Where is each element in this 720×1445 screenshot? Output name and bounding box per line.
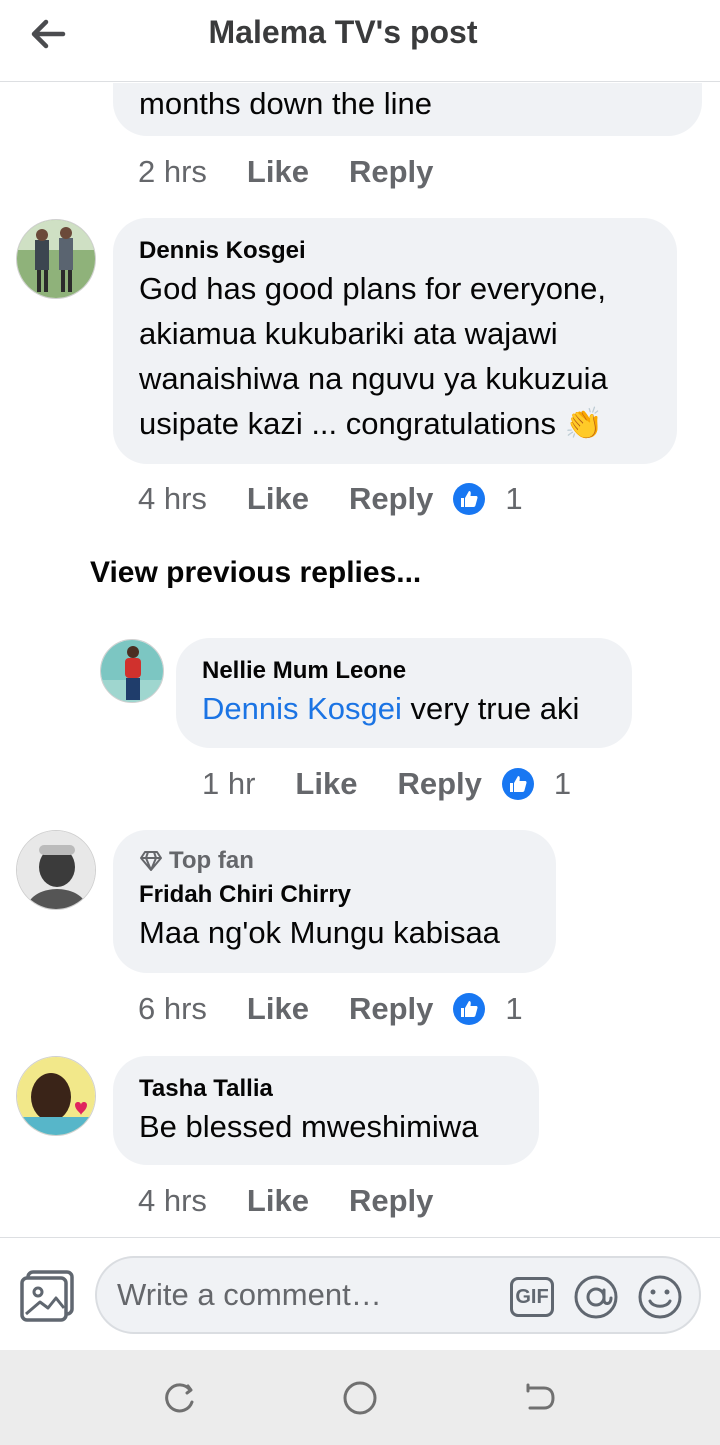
comment-text-segment: usipate kazi ... congratulations	[139, 406, 557, 441]
comment-actions: 4 hrs Like Reply 1	[138, 479, 523, 519]
comment-time: 6 hrs	[138, 991, 207, 1026]
avatar[interactable]	[16, 219, 96, 299]
home-circle-icon	[343, 1381, 377, 1415]
comment-box: GIF	[95, 1256, 701, 1334]
comment-author[interactable]: Fridah Chiri Chirry	[139, 880, 530, 910]
comment-input[interactable]	[117, 1268, 487, 1322]
gif-button[interactable]: GIF	[509, 1274, 555, 1320]
comment-bubble: Top fan Fridah Chiri Chirry Maa ng'ok Mu…	[113, 830, 556, 973]
comments-feed[interactable]: months down the line 2 hrs Like Reply De…	[0, 83, 720, 1237]
like-button[interactable]: Like	[247, 481, 309, 517]
comment-text: Be blessed mweshimiwa	[139, 1109, 479, 1144]
back-nav-button[interactable]	[520, 1378, 560, 1418]
thumbs-up-icon[interactable]	[501, 768, 534, 800]
comment-author[interactable]: Dennis Kosgei	[139, 236, 651, 266]
page-title: Malema TV's post	[208, 14, 478, 50]
diamond-icon	[140, 851, 162, 871]
comment-actions: 4 hrs Like Reply	[138, 1181, 473, 1221]
avatar-photo	[17, 1057, 95, 1135]
reaction-count[interactable]: 1	[554, 766, 571, 802]
reaction-count[interactable]: 1	[505, 481, 522, 517]
comment-time: 4 hrs	[138, 481, 207, 516]
home-button[interactable]	[340, 1378, 380, 1418]
comment-text-line: usipate kazi ... congratulations 👏	[139, 401, 651, 446]
comment-bubble: months down the line	[113, 83, 702, 136]
avatar-photo	[101, 640, 163, 702]
like-button[interactable]: Like	[247, 1183, 309, 1219]
recents-button[interactable]	[160, 1378, 200, 1418]
avatar[interactable]	[16, 830, 96, 910]
comment-actions: 2 hrs Like Reply	[138, 152, 473, 192]
reply-button[interactable]: Reply	[397, 766, 481, 802]
clapping-hands-emoji: 👏	[564, 406, 604, 441]
mention-button[interactable]	[573, 1274, 619, 1320]
thumbs-up-icon[interactable]	[453, 483, 486, 515]
comment-text: months down the line	[139, 86, 432, 121]
comment-bubble: Tasha Tallia Be blessed mweshimiwa	[113, 1056, 539, 1165]
system-nav-bar	[0, 1350, 720, 1445]
reply-button[interactable]: Reply	[349, 481, 433, 517]
recents-icon	[165, 1383, 194, 1413]
emoji-button[interactable]	[637, 1274, 683, 1320]
comment-text-segment: very true aki	[401, 691, 580, 726]
avatar-photo	[17, 220, 95, 298]
top-fan-badge: Top fan	[139, 846, 530, 876]
view-previous-replies-link[interactable]: View previous replies...	[90, 556, 421, 590]
avatar-photo	[17, 831, 95, 909]
comment-text-line: wanaishiwa na nguvu ya kukuzuia	[139, 361, 608, 396]
comment-time: 1 hr	[202, 766, 256, 801]
reply-bubble: Nellie Mum Leone Dennis Kosgei very true…	[176, 638, 632, 748]
top-bar: Malema TV's post	[0, 0, 720, 82]
comment-composer: GIF	[0, 1237, 720, 1350]
comment-time: 2 hrs	[138, 154, 207, 189]
photo-icon	[20, 1270, 74, 1322]
comment-bubble: Dennis Kosgei God has good plans for eve…	[113, 218, 677, 464]
comment-author[interactable]: Tasha Tallia	[139, 1074, 513, 1104]
mention-link[interactable]: Dennis Kosgei	[202, 691, 402, 726]
reply-button[interactable]: Reply	[349, 1183, 433, 1219]
like-button[interactable]: Like	[295, 766, 357, 802]
like-button[interactable]: Like	[247, 154, 309, 190]
comment-actions: 6 hrs Like Reply 1	[138, 989, 523, 1029]
thumbs-up-icon[interactable]	[453, 993, 486, 1025]
at-sign-icon	[574, 1275, 618, 1319]
reaction-count[interactable]: 1	[505, 991, 522, 1027]
photo-button[interactable]	[18, 1268, 76, 1322]
comment-actions: 1 hr Like Reply 1	[202, 764, 571, 804]
avatar[interactable]	[100, 639, 164, 703]
gif-icon: GIF	[510, 1277, 554, 1317]
smiley-icon	[638, 1275, 682, 1319]
comment-text-line: God has good plans for everyone,	[139, 271, 607, 306]
comment-text: Maa ng'ok Mungu kabisaa	[139, 915, 500, 950]
top-fan-label: Top fan	[169, 847, 254, 874]
comment-author[interactable]: Nellie Mum Leone	[202, 656, 606, 686]
reply-button[interactable]: Reply	[349, 154, 433, 190]
avatar[interactable]	[16, 1056, 96, 1136]
comment-text-line: akiamua kukubariki ata wajawi	[139, 316, 558, 351]
like-button[interactable]: Like	[247, 991, 309, 1027]
reply-button[interactable]: Reply	[349, 991, 433, 1027]
back-nav-icon	[526, 1383, 555, 1410]
comment-text: Dennis Kosgei very true aki	[202, 686, 606, 731]
comment-time: 4 hrs	[138, 1183, 207, 1218]
gif-label: GIF	[515, 1285, 549, 1308]
